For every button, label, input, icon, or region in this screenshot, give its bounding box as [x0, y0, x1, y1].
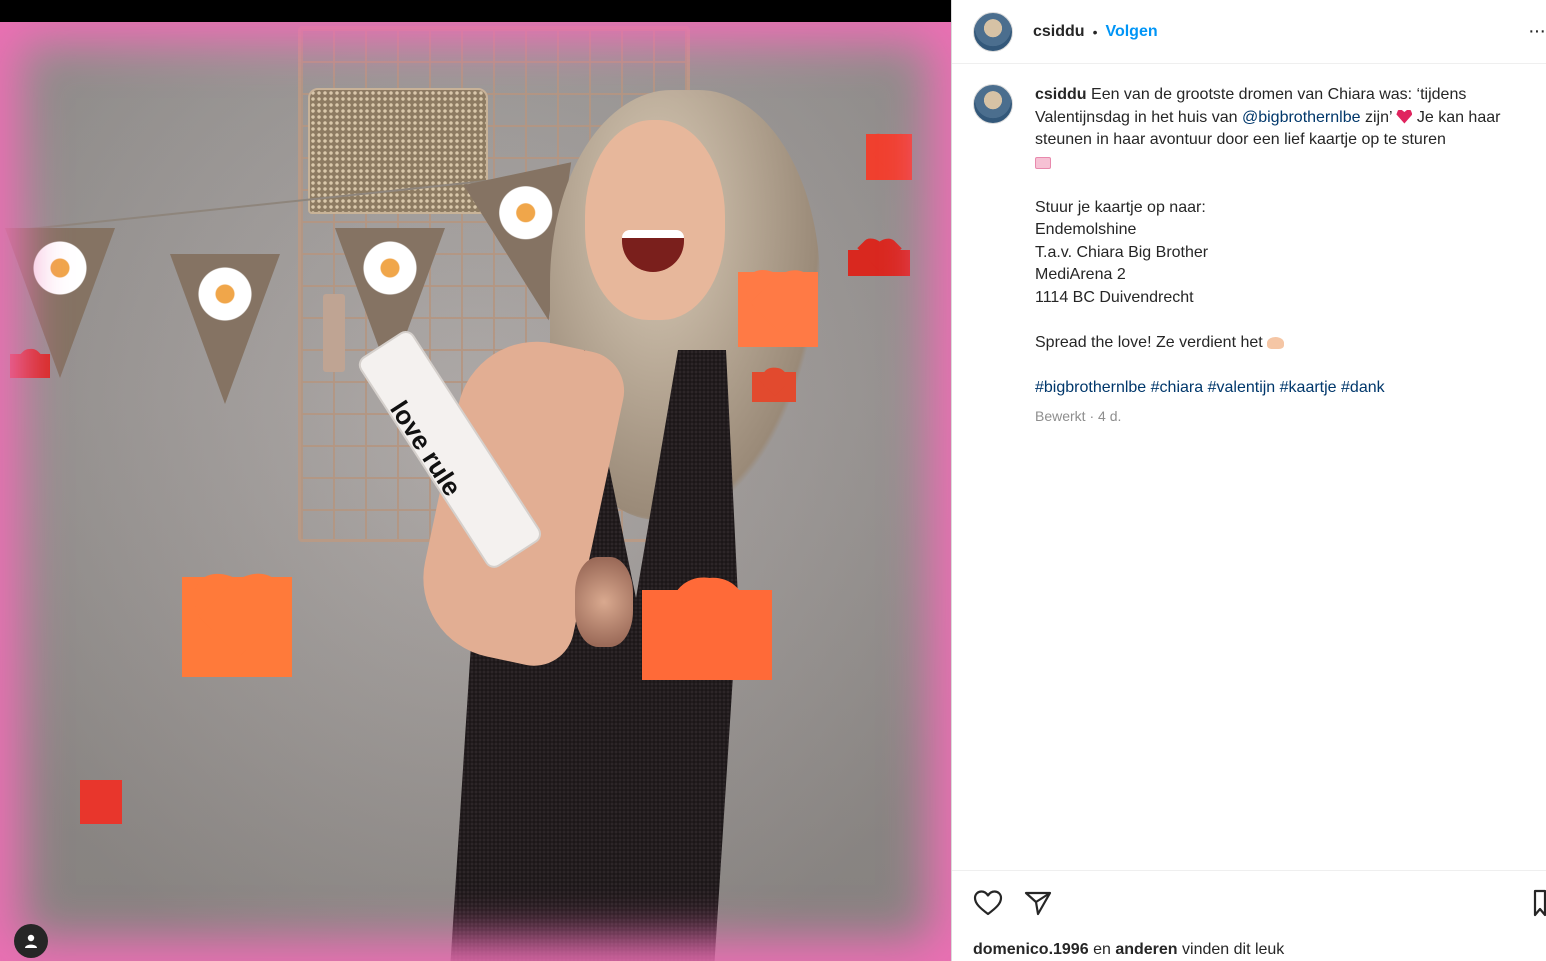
post-side-panel: csiddu • Volgen ··· csiddu Een van de gr… [951, 0, 1546, 961]
caption-address-line: 1114 BC Duivendrecht [1035, 288, 1194, 306]
caption-mention[interactable]: @bigbrothernlbe [1242, 109, 1361, 126]
share-icon[interactable] [1022, 887, 1054, 919]
caption-meta: Bewerkt · 4 d. [1035, 408, 1122, 424]
likes-user[interactable]: domenico.1996 [973, 941, 1089, 958]
caption-avatar[interactable] [973, 84, 1013, 124]
confetti-heart [80, 780, 122, 824]
media-top-bar [0, 0, 951, 22]
bookmark-icon[interactable] [1530, 887, 1546, 919]
caption-text: zijn’ [1364, 108, 1392, 126]
caption-address-line: T.a.v. Chiara Big Brother [1035, 243, 1209, 261]
post-actions: domenico.1996 en anderen vinden dit leuk [952, 870, 1546, 961]
caption-username[interactable]: csiddu [1035, 86, 1087, 103]
red-heart-emoji-icon [1396, 109, 1413, 124]
header-separator: • [1092, 23, 1098, 40]
caption-closing: Spread the love! Ze verdient het [1035, 333, 1263, 351]
caption-closing-line: Spread the love! Ze verdient het [1035, 332, 1533, 355]
confetti-heart [642, 590, 772, 680]
caption-paragraph: csiddu Een van de grootste dromen van Ch… [1035, 84, 1533, 174]
caption-address-intro: Stuur je kaartje op naar: [1035, 198, 1206, 216]
hashtag-link[interactable]: #chiara [1151, 379, 1203, 396]
photo-face [585, 120, 725, 320]
likes-summary: domenico.1996 en anderen vinden dit leuk [973, 941, 1284, 959]
more-icon[interactable]: ··· [1528, 20, 1546, 43]
likes-others[interactable]: anderen [1115, 941, 1177, 958]
photo-bunting-flag [170, 254, 280, 404]
confetti-heart [848, 250, 910, 276]
love-letter-emoji-icon [1035, 156, 1051, 169]
confetti-heart [182, 577, 292, 677]
avatar[interactable] [973, 11, 1013, 52]
caption-address-line: Endemolshine [1035, 221, 1137, 238]
caption-address-line: MediArena 2 [1035, 266, 1126, 283]
heart-hands-emoji-icon [1267, 336, 1285, 349]
confetti-heart [752, 372, 796, 402]
caption-body: csiddu Een van de grootste dromen van Ch… [1035, 84, 1533, 428]
follow-button[interactable]: Volgen [1105, 23, 1157, 41]
header-username[interactable]: csiddu [1033, 23, 1085, 41]
confetti-heart [738, 272, 818, 347]
hashtag-link[interactable]: #kaartje [1280, 379, 1337, 396]
post-header: csiddu • Volgen ··· [952, 0, 1546, 64]
heart-icon[interactable] [972, 887, 1004, 919]
confetti-heart [10, 354, 50, 378]
tagged-users-button[interactable] [14, 924, 48, 958]
post-media[interactable]: love rule [0, 0, 951, 961]
user-icon [25, 934, 37, 948]
hashtag-link[interactable]: #dank [1341, 379, 1385, 396]
confetti-heart [866, 134, 912, 180]
likes-middle: en [1093, 941, 1111, 958]
post-caption: csiddu Een van de grootste dromen van Ch… [973, 84, 1533, 428]
post-photo[interactable]: love rule [0, 22, 951, 961]
caption-hashtags: #bigbrothernlbe #chiara #valentijn #kaar… [1035, 377, 1533, 400]
hashtag-link[interactable]: #bigbrothernlbe [1035, 379, 1146, 396]
hashtag-link[interactable]: #valentijn [1208, 379, 1276, 396]
likes-suffix: vinden dit leuk [1182, 941, 1285, 958]
photo-bracelet [575, 557, 633, 647]
